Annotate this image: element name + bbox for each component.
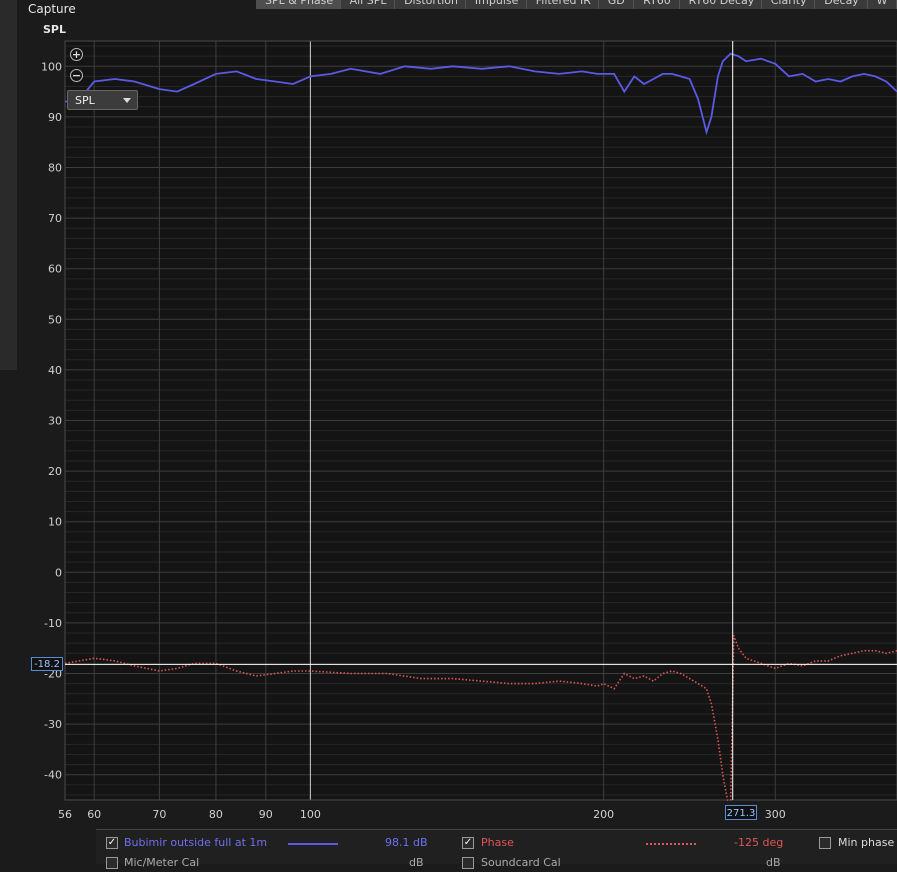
view-select-value: SPL bbox=[75, 94, 95, 107]
spl-legend-swatch bbox=[288, 843, 338, 845]
measurement-name: Bubimir outside full at 1m bbox=[124, 836, 268, 849]
legend-row-cal: Mic/Meter Cal dB Soundcard Cal dB bbox=[96, 854, 897, 872]
chart-area[interactable]: 1009080706050403020100-10-20-30-40 56 60 7… bbox=[0, 0, 897, 863]
left-sidebar bbox=[0, 0, 17, 370]
chevron-down-icon bbox=[123, 98, 131, 103]
capture-label: Capture bbox=[28, 2, 76, 16]
phase-value: -125 deg bbox=[734, 836, 784, 849]
spl-value: 98.1 dB bbox=[385, 836, 428, 849]
x-tick-label: 100 bbox=[300, 808, 321, 821]
legend-panel: ✓ Bubimir outside full at 1m 98.1 dB ✓ P… bbox=[96, 829, 897, 869]
x-tick-label: 200 bbox=[593, 808, 614, 821]
tab-7[interactable]: RT60 Decay bbox=[679, 0, 762, 9]
phase-label: Phase bbox=[481, 836, 514, 849]
x-tick-label: 90 bbox=[259, 808, 273, 821]
y-axis: 1009080706050403020100-10-20-30-40 bbox=[41, 60, 62, 781]
soundcard-cal-value: dB bbox=[766, 856, 781, 869]
y-tick-label: -40 bbox=[44, 769, 62, 782]
mic-cal-label: Mic/Meter Cal bbox=[124, 856, 200, 869]
soundcard-cal-checkbox[interactable] bbox=[462, 857, 474, 869]
phase-checkbox[interactable]: ✓ bbox=[462, 837, 474, 849]
x-tick-label: 300 bbox=[765, 808, 786, 821]
y-tick-label: 60 bbox=[48, 263, 62, 276]
tab-4[interactable]: Filtered IR bbox=[526, 0, 599, 9]
y-tick-label: -30 bbox=[44, 718, 62, 731]
panel-title: SPL bbox=[43, 23, 66, 36]
y-tick-label: 0 bbox=[55, 566, 62, 579]
tab-5[interactable]: GD bbox=[598, 0, 635, 9]
min-phase-label: Min phase bbox=[838, 836, 895, 849]
measurement-checkbox[interactable]: ✓ bbox=[106, 837, 118, 849]
tab-3[interactable]: Impulse bbox=[465, 0, 527, 9]
min-phase-checkbox[interactable] bbox=[819, 837, 831, 849]
tab-bar: SPL & Phase All SPL Distortion Impulse Filte… bbox=[256, 0, 897, 9]
y-tick-label: 50 bbox=[48, 313, 62, 326]
y-tick-label: 90 bbox=[48, 111, 62, 124]
x-tick-label: 70 bbox=[152, 808, 166, 821]
mic-cal-value: dB bbox=[409, 856, 424, 869]
x-tick-label: 56 bbox=[58, 808, 72, 821]
tab-6[interactable]: RT60 bbox=[634, 0, 680, 9]
phase-legend-swatch bbox=[646, 843, 696, 845]
y-tick-label: -10 bbox=[44, 617, 62, 630]
zoom-out-icon[interactable]: − bbox=[70, 69, 83, 82]
x-tick-label: 60 bbox=[87, 808, 101, 821]
y-tick-label: 20 bbox=[48, 465, 62, 478]
y-tick-label: 10 bbox=[48, 516, 62, 529]
y-tick-label: 100 bbox=[41, 60, 62, 73]
tab-1[interactable]: All SPL bbox=[340, 0, 396, 9]
zoom-in-icon[interactable]: + bbox=[70, 48, 83, 61]
y-tick-label: 80 bbox=[48, 162, 62, 175]
mic-cal-checkbox[interactable] bbox=[106, 857, 118, 869]
tab-2[interactable]: Distortion bbox=[395, 0, 466, 9]
tab-0[interactable]: SPL & Phase bbox=[256, 0, 341, 9]
tab-8[interactable]: Clarity bbox=[761, 0, 816, 9]
legend-row-measurement: ✓ Bubimir outside full at 1m 98.1 dB ✓ P… bbox=[96, 834, 897, 852]
soundcard-cal-label: Soundcard Cal bbox=[481, 856, 561, 869]
tab-10[interactable]: W bbox=[867, 0, 897, 9]
x-tick-label: 80 bbox=[209, 808, 223, 821]
x-axis: 56 60 70 80 90 100 200 300 bbox=[58, 808, 786, 821]
cursor-x-readout: 271.3 bbox=[725, 805, 757, 820]
view-select[interactable]: SPL bbox=[67, 90, 138, 110]
y-tick-label: 30 bbox=[48, 415, 62, 428]
tab-9[interactable]: Decay bbox=[815, 0, 868, 9]
y-tick-label: 70 bbox=[48, 212, 62, 225]
y-tick-label: 40 bbox=[48, 364, 62, 377]
cursor-y-readout: -18.2 bbox=[31, 657, 63, 671]
